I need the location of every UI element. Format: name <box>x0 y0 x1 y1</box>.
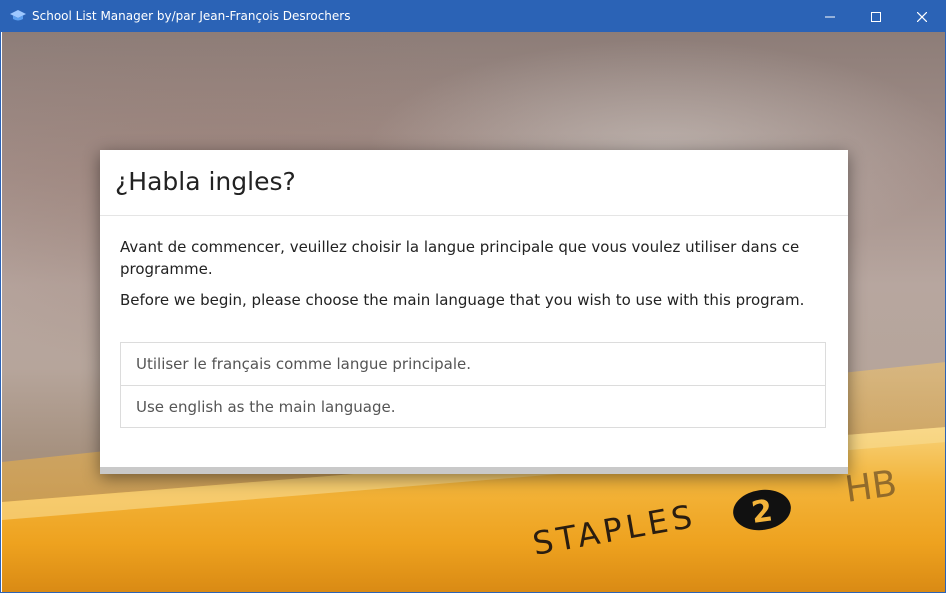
language-option-list: Utiliser le français comme langue princi… <box>120 342 826 428</box>
dialog-footer-bar <box>100 467 848 474</box>
minimize-icon <box>825 16 835 17</box>
graduation-cap-icon <box>10 9 26 23</box>
dialog-header: ¿Habla ingles? <box>100 150 848 216</box>
option-english[interactable]: Use english as the main language. <box>121 385 825 427</box>
dialog-body: Avant de commencer, veuillez choisir la … <box>120 236 820 311</box>
close-button[interactable] <box>899 1 945 32</box>
pencil-grade-text: HB <box>843 463 900 511</box>
option-french[interactable]: Utiliser le français comme langue princi… <box>121 343 825 385</box>
intro-text-en: Before we begin, please choose the main … <box>120 291 805 309</box>
close-icon <box>917 11 927 22</box>
window-title: School List Manager by/par Jean-François… <box>32 9 351 23</box>
intro-text-fr: Avant de commencer, veuillez choisir la … <box>120 238 800 278</box>
title-bar[interactable]: School List Manager by/par Jean-François… <box>1 1 945 32</box>
language-dialog: ¿Habla ingles? Avant de commencer, veuil… <box>100 150 848 474</box>
dialog-title: ¿Habla ingles? <box>115 167 296 196</box>
maximize-icon <box>871 11 881 22</box>
app-window: School List Manager by/par Jean-François… <box>0 0 946 593</box>
maximize-button[interactable] <box>853 1 899 32</box>
minimize-button[interactable] <box>807 1 853 32</box>
